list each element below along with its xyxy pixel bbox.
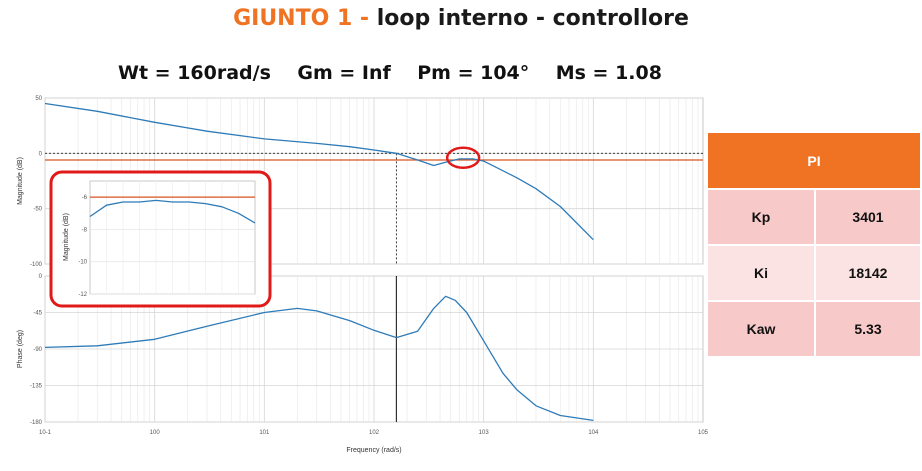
inset-tick-label: -10 bbox=[78, 260, 87, 266]
x-tick-label: 101 bbox=[259, 430, 270, 436]
y-axis-label: Phase (deg) bbox=[17, 330, 24, 368]
gain-name: Kp bbox=[708, 190, 816, 246]
y-tick-label: 0 bbox=[39, 274, 43, 280]
y-axis-label: Magnitude (dB) bbox=[17, 157, 24, 205]
table-row: Kaw 5.33 bbox=[708, 302, 920, 358]
pi-table-title: PI bbox=[708, 133, 920, 190]
gain-value: 5.33 bbox=[816, 302, 920, 358]
pi-table-header: PI bbox=[708, 133, 920, 190]
x-tick-label: 10-1 bbox=[39, 430, 52, 436]
y-tick-label: 0 bbox=[39, 151, 43, 157]
x-tick-label: 102 bbox=[369, 430, 380, 436]
y-tick-label: -45 bbox=[33, 311, 42, 317]
y-tick-label: -50 bbox=[33, 207, 42, 213]
inset-y-axis-label: Magnitude (dB) bbox=[63, 213, 70, 261]
y-tick-label: -135 bbox=[30, 384, 43, 390]
table-row: Kp 3401 bbox=[708, 190, 920, 246]
x-tick-label: 100 bbox=[150, 430, 161, 436]
y-tick-label: 50 bbox=[35, 96, 42, 102]
table-row: Ki 18142 bbox=[708, 246, 920, 302]
gain-name: Ki bbox=[708, 246, 816, 302]
inset-tick-label: -12 bbox=[78, 292, 87, 298]
y-tick-label: -100 bbox=[30, 262, 43, 268]
x-tick-label: 105 bbox=[698, 430, 709, 436]
x-axis-label: Frequency (rad/s) bbox=[346, 447, 401, 454]
inset-tick-label: -6 bbox=[82, 195, 88, 201]
gain-value: 3401 bbox=[816, 190, 920, 246]
gain-name: Kaw bbox=[708, 302, 816, 358]
y-tick-label: -180 bbox=[30, 420, 43, 426]
pi-gains-table: PI Kp 3401 Ki 18142 Kaw 5.33 bbox=[708, 133, 920, 358]
x-tick-label: 103 bbox=[479, 430, 490, 436]
y-tick-label: -90 bbox=[33, 347, 42, 353]
inset-tick-label: -8 bbox=[82, 227, 88, 233]
gain-value: 18142 bbox=[816, 246, 920, 302]
x-tick-label: 104 bbox=[588, 430, 599, 436]
